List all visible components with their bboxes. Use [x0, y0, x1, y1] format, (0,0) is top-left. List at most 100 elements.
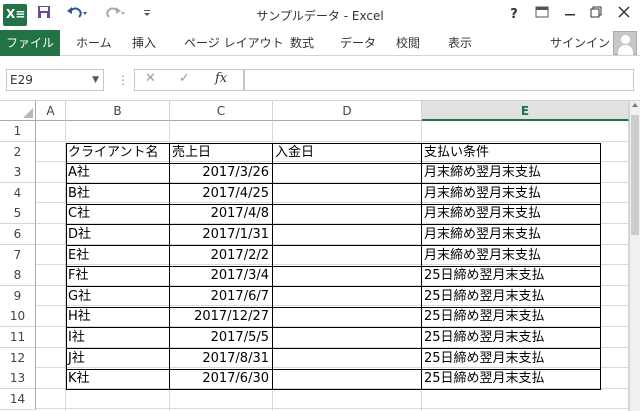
tab-home[interactable]: ホーム	[76, 30, 112, 56]
cell-terms[interactable]: 月末締め翌月末支払	[422, 163, 629, 183]
cell-sales-date[interactable]: 2017/3/4	[170, 266, 273, 286]
signin-link[interactable]: サインイン	[550, 30, 610, 56]
tab-insert[interactable]: 挿入	[132, 30, 156, 56]
row-header-12[interactable]: 12	[0, 348, 36, 369]
cell-payment-date[interactable]	[273, 287, 422, 307]
cell-sales-date[interactable]: 2017/6/7	[170, 287, 273, 307]
tab-file[interactable]: ファイル	[0, 30, 60, 56]
display-options-icon[interactable]	[530, 4, 554, 26]
ribbon-tabs: ファイル ホーム 挿入 ページ レイアウト 数式 データ 校閲 表示 サインイン	[0, 30, 640, 56]
spreadsheet-grid: A B C D E 1 2 3 4 5 6 7 8 9 10 11 12 13 14 クライアント名 売上日 入金日 支払い…	[0, 101, 640, 411]
cell-client[interactable]: I社	[66, 328, 170, 348]
cell-terms[interactable]: 25日締め翌月末支払	[422, 287, 629, 307]
cell-sales-date[interactable]: 2017/6/30	[170, 369, 273, 389]
cell-client[interactable]: E社	[66, 246, 170, 266]
cell-sales-date[interactable]: 2017/5/5	[170, 328, 273, 348]
cell-payment-date[interactable]	[273, 204, 422, 224]
row-header-11[interactable]: 11	[0, 327, 36, 348]
cell-payment-date[interactable]	[273, 328, 422, 348]
cell-client[interactable]: F社	[66, 266, 170, 286]
formula-bar-grip-icon[interactable]: ⋮	[117, 73, 129, 87]
row-header-13[interactable]: 13	[0, 368, 36, 389]
cell-client[interactable]: D社	[66, 225, 170, 245]
cell-client[interactable]: K社	[66, 369, 170, 389]
minimize-icon[interactable]	[558, 4, 582, 26]
cell-client[interactable]: A社	[66, 163, 170, 183]
cell-terms[interactable]: 25日締め翌月末支払	[422, 307, 629, 327]
cell-payment-date[interactable]	[273, 225, 422, 245]
col-header-b[interactable]: B	[66, 101, 170, 121]
header-cell-sales-date[interactable]: 売上日	[170, 143, 273, 163]
row-header-6[interactable]: 6	[0, 224, 36, 245]
insert-function-button[interactable]: fx	[215, 71, 227, 86]
chevron-down-icon[interactable]: ▼	[92, 70, 99, 90]
help-button[interactable]: ?	[502, 4, 526, 26]
cell-sales-date[interactable]: 2017/2/2	[170, 246, 273, 266]
cell-client[interactable]: B社	[66, 184, 170, 204]
tab-formulas[interactable]: 数式	[290, 30, 314, 56]
tab-data[interactable]: データ	[340, 30, 376, 56]
cell-sales-date[interactable]: 2017/4/8	[170, 204, 273, 224]
scrollbar-thumb[interactable]	[631, 115, 639, 235]
vertical-scrollbar[interactable]	[629, 101, 640, 411]
avatar[interactable]	[613, 31, 637, 55]
name-box[interactable]: E29 ▼	[6, 69, 104, 91]
cell-payment-date[interactable]	[273, 246, 422, 266]
select-all-button[interactable]	[0, 101, 36, 121]
tab-review[interactable]: 校閲	[396, 30, 420, 56]
cell-client[interactable]: J社	[66, 349, 170, 369]
cell-client[interactable]: C社	[66, 204, 170, 224]
row-header-2[interactable]: 2	[0, 142, 36, 163]
restore-icon[interactable]	[584, 4, 608, 26]
cell-terms[interactable]: 25日締め翌月末支払	[422, 328, 629, 348]
row-header-5[interactable]: 5	[0, 203, 36, 224]
col-header-d[interactable]: D	[273, 101, 422, 121]
header-cell-client[interactable]: クライアント名	[66, 143, 170, 163]
cell-sales-date[interactable]: 2017/12/27	[170, 307, 273, 327]
cell-terms[interactable]: 月末締め翌月末支払	[422, 225, 629, 245]
cell-sales-date[interactable]: 2017/4/25	[170, 184, 273, 204]
cell-terms[interactable]: 25日締め翌月末支払	[422, 369, 629, 389]
cell-terms[interactable]: 月末締め翌月末支払	[422, 246, 629, 266]
row-header-4[interactable]: 4	[0, 183, 36, 204]
row-header-3[interactable]: 3	[0, 162, 36, 183]
cell-terms[interactable]: 25日締め翌月末支払	[422, 349, 629, 369]
gridline-horizontal	[36, 141, 629, 142]
cell-terms[interactable]: 月末締め翌月末支払	[422, 184, 629, 204]
cell-sales-date[interactable]: 2017/3/26	[170, 163, 273, 183]
cell-terms[interactable]: 月末締め翌月末支払	[422, 204, 629, 224]
title-bar: X≡ サンプルデータ - Excel ?	[0, 0, 640, 30]
cell-client[interactable]: H社	[66, 307, 170, 327]
cell-sales-date[interactable]: 2017/8/31	[170, 349, 273, 369]
cell-payment-date[interactable]	[273, 307, 422, 327]
row-header-7[interactable]: 7	[0, 245, 36, 266]
row-header-8[interactable]: 8	[0, 265, 36, 286]
row-header-1[interactable]: 1	[0, 121, 36, 142]
row-header-14[interactable]: 14	[0, 389, 36, 410]
formula-bar: E29 ▼ ⋮ ✕ ✓ fx	[0, 57, 640, 101]
col-header-a[interactable]: A	[36, 101, 66, 121]
header-cell-terms[interactable]: 支払い条件	[422, 143, 629, 163]
cell-payment-date[interactable]	[273, 369, 422, 389]
scroll-up-icon[interactable]	[632, 103, 638, 107]
cell-sales-date[interactable]: 2017/1/31	[170, 225, 273, 245]
cancel-icon[interactable]: ✕	[145, 71, 156, 86]
col-header-e[interactable]: E	[422, 101, 629, 121]
formula-input[interactable]	[244, 69, 634, 91]
row-header-10[interactable]: 10	[0, 306, 36, 327]
cell-payment-date[interactable]	[273, 349, 422, 369]
cell-client[interactable]: G社	[66, 287, 170, 307]
enter-icon[interactable]: ✓	[179, 71, 190, 86]
cell-terms[interactable]: 25日締め翌月末支払	[422, 266, 629, 286]
row-header-9[interactable]: 9	[0, 286, 36, 307]
tab-view[interactable]: 表示	[448, 30, 472, 56]
name-box-value: E29	[10, 73, 33, 87]
cell-payment-date[interactable]	[273, 266, 422, 286]
close-icon[interactable]	[612, 4, 636, 26]
formula-bar-buttons: ✕ ✓ fx	[134, 69, 244, 91]
col-header-c[interactable]: C	[170, 101, 273, 121]
cell-payment-date[interactable]	[273, 184, 422, 204]
header-cell-payment-date[interactable]: 入金日	[273, 143, 422, 163]
cell-payment-date[interactable]	[273, 163, 422, 183]
tab-page-layout[interactable]: ページ レイアウト	[184, 30, 284, 56]
